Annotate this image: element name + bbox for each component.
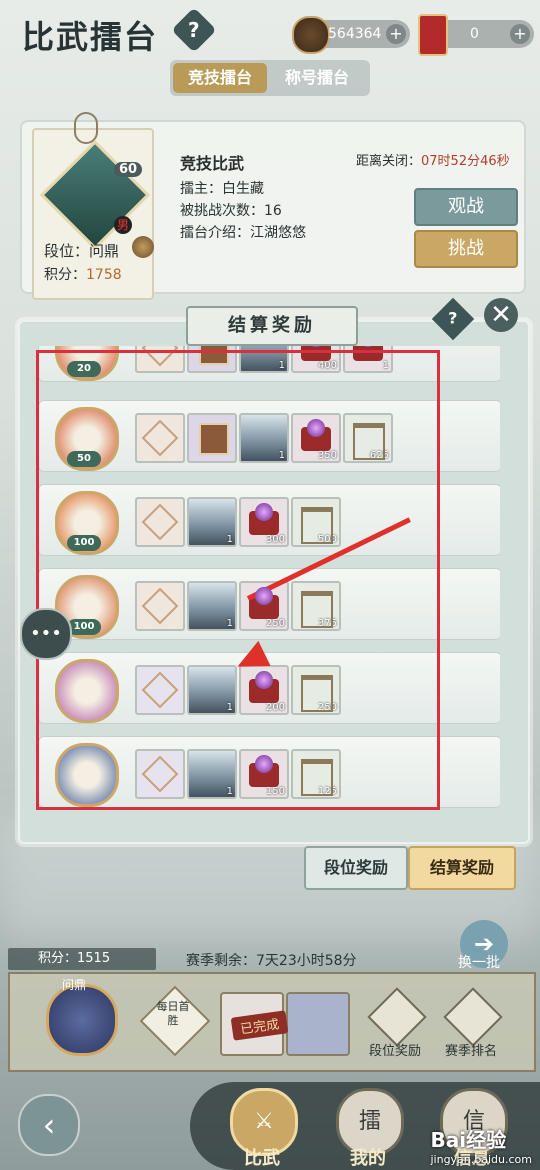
arena-host-card: 60 男 段位：问鼎 积分：1758 竞技比武 距离关闭：07时52分46秒 擂… xyxy=(20,112,526,300)
add-coin-button[interactable]: + xyxy=(386,24,406,44)
player-score: 积分：1515 xyxy=(8,948,156,970)
coin-icon xyxy=(292,16,330,54)
arena-tabs: 竞技擂台 称号擂台 xyxy=(170,60,370,96)
daily-reward-card[interactable] xyxy=(286,992,350,1056)
tab-competitive-arena[interactable]: 竞技擂台 xyxy=(173,63,267,93)
back-button[interactable]: ‹ xyxy=(18,1094,80,1156)
page-title: 比武擂台 xyxy=(22,18,159,56)
watermark: Bai经验 jingyan.baidu.com xyxy=(430,1128,532,1166)
rank-reward-tab[interactable]: 段位奖励 xyxy=(304,846,408,890)
challenged-count: 被挑战次数：16 xyxy=(180,203,282,219)
gender-badge-icon: 男 xyxy=(114,216,132,234)
coin-counter: 564364 + xyxy=(292,16,410,54)
refresh-label[interactable]: 换一批 xyxy=(458,952,500,972)
host-score: 积分：1758 xyxy=(44,267,122,283)
watch-button[interactable]: 观战 xyxy=(414,188,518,226)
close-icon[interactable]: ✕ xyxy=(484,298,518,332)
challenge-button[interactable]: 挑战 xyxy=(414,230,518,268)
player-rank-label: 问鼎 xyxy=(62,978,87,992)
daily-first-win-label: 每日首胜 xyxy=(156,1000,190,1027)
red-envelope-icon xyxy=(418,14,448,56)
season-remaining: 赛季剩余：7天23小时58分 xyxy=(186,953,357,969)
host-name: 擂主：白生藏 xyxy=(180,181,264,197)
player-rank-emblem-icon xyxy=(46,984,118,1056)
nav-mine-label[interactable]: 我的 xyxy=(350,1144,386,1170)
avatar[interactable] xyxy=(39,139,151,251)
rank-emblem-icon xyxy=(132,236,154,258)
coin-amount: 564364 xyxy=(328,26,382,42)
nav-duel-label[interactable]: 比武 xyxy=(244,1144,280,1170)
ticket-amount: 0 xyxy=(470,26,479,42)
modal-title: 结算奖励 xyxy=(186,306,358,346)
tab-title-arena[interactable]: 称号擂台 xyxy=(270,63,364,93)
arena-intro: 擂台介绍：江湖悠悠 xyxy=(180,225,306,241)
rank-reward-button[interactable]: 段位奖励 xyxy=(362,1040,428,1059)
highlight-annotation-box xyxy=(36,350,440,810)
add-ticket-button[interactable]: + xyxy=(510,24,530,44)
chat-icon[interactable]: ••• xyxy=(20,608,72,660)
close-countdown: 距离关闭：07时52分46秒 xyxy=(356,154,510,169)
host-level: 60 xyxy=(114,162,143,177)
host-rank: 段位：问鼎 xyxy=(44,242,120,260)
season-ranking-button[interactable]: 赛季排名 xyxy=(438,1040,504,1059)
arena-name: 竞技比武 xyxy=(180,154,245,173)
ticket-counter: 0 + xyxy=(418,14,534,56)
settle-reward-tab[interactable]: 结算奖励 xyxy=(408,846,516,890)
host-avatar-panel: 60 男 段位：问鼎 积分：1758 xyxy=(32,112,154,300)
